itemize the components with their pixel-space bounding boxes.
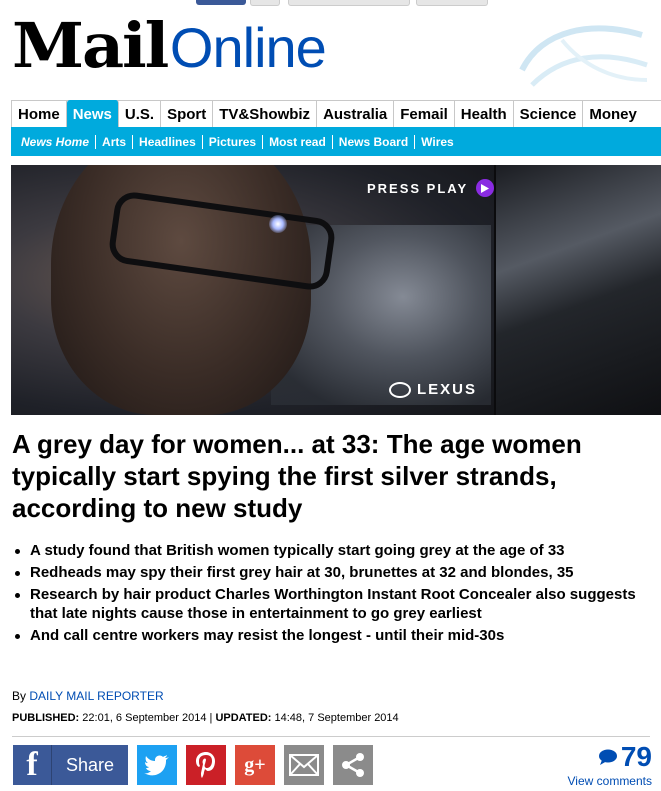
nav-item-home[interactable]: Home (12, 101, 67, 128)
article-byline: By DAILY MAIL REPORTER (12, 689, 164, 703)
site-logo[interactable]: Mail Online (12, 9, 327, 84)
nav-item-australia[interactable]: Australia (317, 101, 395, 128)
pinterest-icon (196, 752, 215, 778)
more-share-button[interactable] (333, 745, 373, 785)
subnav-news-board[interactable]: News Board (333, 134, 416, 149)
primary-nav: Home News U.S. Sport TV&Showbiz Australi… (11, 100, 661, 128)
nav-item-sport[interactable]: Sport (161, 101, 214, 128)
share-icon (342, 753, 364, 777)
nav-item-news[interactable]: News (66, 100, 119, 128)
published-date: 22:01, 6 September 2014 (82, 712, 207, 724)
author-link[interactable]: DAILY MAIL REPORTER (29, 689, 163, 703)
ad-press-play-label: PRESS PLAY (367, 180, 469, 196)
masthead: Mail Online (12, 9, 652, 87)
article-dates: PUBLISHED: 22:01, 6 September 2014 | UPD… (12, 712, 399, 724)
mail-icon (289, 754, 319, 776)
ad-press-play-button[interactable]: PRESS PLAY (367, 179, 495, 197)
nav-item-health[interactable]: Health (455, 101, 514, 128)
article-summary-list: A study found that British women typical… (12, 541, 652, 648)
googleplus-share-button[interactable]: g+ (235, 745, 275, 785)
twitter-icon (144, 755, 169, 776)
subnav-most-read[interactable]: Most read (263, 134, 333, 149)
nav-item-science[interactable]: Science (514, 101, 584, 128)
subnav-headlines[interactable]: Headlines (133, 134, 203, 149)
updated-label: UPDATED: (215, 712, 272, 724)
subnav-wires[interactable]: Wires (415, 135, 460, 149)
summary-bullet: Research by hair product Charles Worthin… (12, 585, 652, 623)
play-icon (476, 179, 495, 197)
ad-light-flare (269, 215, 287, 233)
logo-online-text: Online (169, 16, 327, 79)
date-separator: | (209, 712, 213, 724)
lexus-emblem-icon (389, 381, 411, 398)
masthead-decoration-icon (519, 25, 648, 87)
summary-bullet: Redheads may spy their first grey hair a… (12, 563, 652, 582)
view-comments-link[interactable]: View comments (566, 774, 652, 788)
ad-brand-logo: LEXUS (389, 381, 477, 398)
nav-item-tvshowbiz[interactable]: TV&Showbiz (213, 101, 318, 128)
nav-item-us[interactable]: U.S. (119, 101, 162, 128)
byline-prefix: By (12, 689, 27, 703)
toolbar-chip[interactable] (196, 0, 246, 5)
published-label: PUBLISHED: (12, 712, 80, 724)
comment-bubble-icon (598, 749, 617, 765)
toolbar-chip[interactable] (288, 0, 410, 6)
facebook-icon: f (13, 745, 52, 785)
comments-count: 79 (620, 741, 652, 772)
subnav-arts[interactable]: Arts (96, 134, 134, 149)
updated-date: 14:48, 7 September 2014 (274, 712, 399, 724)
comments-widget[interactable]: 79 View comments (566, 742, 652, 789)
share-bar: f Share g+ (13, 745, 373, 785)
share-label: Share (66, 754, 115, 775)
pinterest-share-button[interactable] (186, 745, 226, 785)
toolbar-chip[interactable] (416, 0, 488, 6)
top-toolbar-strip (0, 0, 661, 6)
comments-count-row: 79 (566, 742, 652, 772)
subnav-news-home[interactable]: News Home (11, 134, 97, 149)
divider (12, 736, 650, 737)
ad-brand-label: LEXUS (417, 381, 478, 398)
summary-bullet: A study found that British women typical… (12, 541, 652, 560)
nav-item-money[interactable]: Money (583, 101, 643, 128)
googleplus-icon: g+ (244, 753, 266, 776)
facebook-share-button[interactable]: f Share (13, 745, 128, 785)
nav-item-femail[interactable]: Femail (394, 101, 455, 128)
twitter-share-button[interactable] (137, 745, 177, 785)
secondary-nav: News Home Arts Headlines Pictures Most r… (11, 127, 661, 156)
subnav-pictures[interactable]: Pictures (203, 134, 264, 149)
summary-bullet: And call centre workers may resist the l… (12, 626, 652, 645)
article-headline: A grey day for women... at 33: The age w… (12, 429, 582, 523)
advertisement-banner[interactable]: PRESS PLAY LEXUS (11, 165, 661, 415)
toolbar-chip[interactable] (250, 0, 280, 6)
email-share-button[interactable] (284, 745, 324, 785)
logo-mail-text: Mail (12, 9, 169, 82)
ad-side-image (496, 165, 661, 415)
